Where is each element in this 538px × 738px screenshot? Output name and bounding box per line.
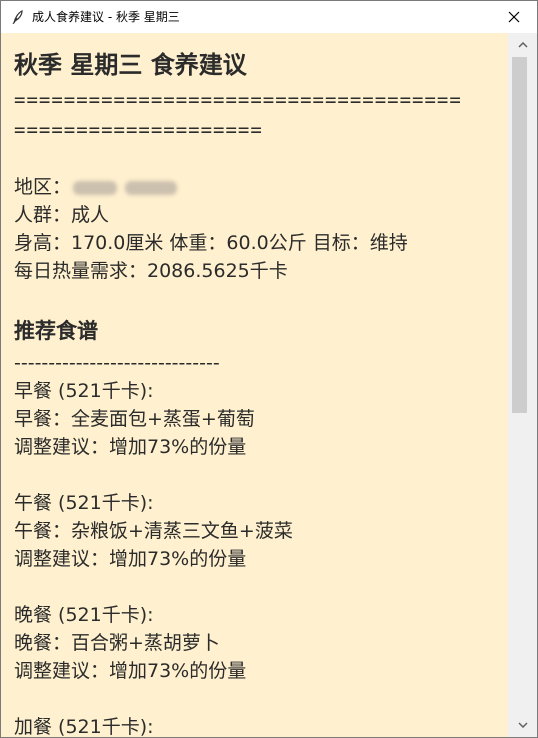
snack-header: 加餐 (521千卡):	[14, 716, 154, 737]
window-title: 成人食养建议 - 秋季 星期三	[32, 10, 180, 24]
dinner-header: 晚餐 (521千卡):	[14, 604, 154, 626]
region-label: 地区：	[14, 176, 72, 198]
crowd-line: 人群：成人	[14, 204, 110, 226]
scroll-thumb[interactable]	[512, 57, 527, 413]
feather-icon	[11, 9, 25, 24]
report-title: 秋季 星期三 食养建议	[14, 51, 247, 79]
recipe-heading: 推荐食谱	[14, 319, 98, 343]
scroll-down-button[interactable]	[508, 715, 537, 735]
chevron-down-icon	[517, 722, 528, 728]
close-button[interactable]	[491, 1, 537, 32]
region-line: 地区：	[14, 173, 504, 201]
chevron-up-icon	[517, 42, 528, 48]
breakfast-dish: 早餐：全麦面包+蒸蛋+葡萄	[14, 408, 255, 430]
lunch-advice: 调整建议：增加73%的份量	[14, 548, 247, 570]
close-icon	[508, 11, 520, 22]
title-separator-continued: ====================	[14, 119, 263, 141]
recipe-separator: ------------------------------	[14, 352, 220, 374]
body-info-line: 身高：170.0厘米 体重：60.0公斤 目标：维持	[14, 232, 408, 254]
app-window: 成人食养建议 - 秋季 星期三 秋季 星期三 食养建议 ============…	[0, 0, 538, 738]
region-value-redacted	[71, 179, 181, 197]
breakfast-header: 早餐 (521千卡):	[14, 380, 154, 402]
lunch-dish: 午餐：杂粮饭+清蒸三文鱼+菠菜	[14, 520, 293, 542]
title-bar[interactable]: 成人食养建议 - 秋季 星期三	[1, 1, 537, 32]
breakfast-advice: 调整建议：增加73%的份量	[14, 436, 247, 458]
dinner-advice: 调整建议：增加73%的份量	[14, 660, 247, 682]
title-separator: ====================================	[14, 89, 462, 111]
vertical-scrollbar[interactable]	[508, 33, 537, 737]
lunch-header: 午餐 (521千卡):	[14, 492, 154, 514]
report-text-area[interactable]: 秋季 星期三 食养建议 ============================…	[1, 33, 508, 737]
scroll-up-button[interactable]	[508, 35, 537, 55]
daily-calories-line: 每日热量需求：2086.5625千卡	[14, 260, 288, 282]
dinner-dish: 晚餐：百合粥+蒸胡萝卜	[14, 632, 220, 654]
